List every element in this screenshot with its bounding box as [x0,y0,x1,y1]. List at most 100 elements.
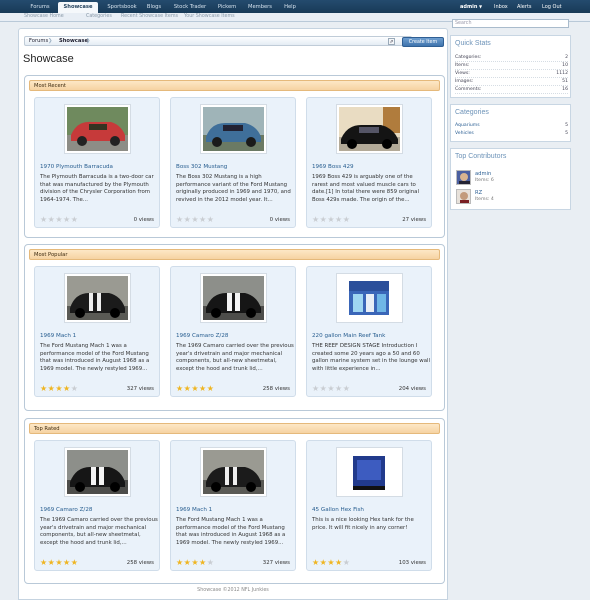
rating-stars[interactable]: ★ ★ ★ ★ ★ [312,559,350,567]
star-icon[interactable]: ★ [191,559,198,567]
tab-forums[interactable]: Forums [24,2,56,13]
star-icon[interactable]: ★ [176,385,183,393]
item-title[interactable]: Boss 302 Mustang [176,164,227,170]
star-icon[interactable]: ★ [199,216,206,224]
star-icon[interactable]: ★ [343,385,350,393]
star-icon[interactable]: ★ [327,385,334,393]
item-title[interactable]: 1969 Boss 429 [312,164,354,170]
showcase-item[interactable]: 1969 Mach 1 The Ford Mustang Mach 1 was … [170,440,296,571]
star-icon[interactable]: ★ [48,385,55,393]
item-thumbnail[interactable] [64,104,131,154]
item-title[interactable]: 1969 Mach 1 [176,507,212,513]
star-icon[interactable]: ★ [327,559,334,567]
star-icon[interactable]: ★ [176,559,183,567]
showcase-item[interactable]: Boss 302 Mustang The Boss 302 Mustang is… [170,97,296,228]
contributor-row[interactable]: admin Items: 6 [456,170,566,186]
star-icon[interactable]: ★ [71,385,78,393]
tab-sportsbook[interactable]: Sportsbook [100,2,144,13]
showcase-item[interactable]: 1969 Boss 429 1969 Boss 429 is arguably … [306,97,432,228]
star-icon[interactable]: ★ [335,216,342,224]
showcase-item[interactable]: 1969 Camaro Z/28 The 1969 Camaro carried… [170,266,296,397]
tab-blogs[interactable]: Blogs [143,2,165,13]
chevron-down-icon[interactable]: ▼ [479,2,482,12]
showcase-item[interactable]: 1969 Mach 1 The Ford Mustang Mach 1 was … [34,266,160,397]
star-icon[interactable]: ★ [55,216,62,224]
item-title[interactable]: 220 gallon Main Reef Tank [312,333,385,339]
user-menu[interactable]: admin [460,2,477,12]
contributor-name[interactable]: admin [475,171,491,177]
star-icon[interactable]: ★ [48,559,55,567]
star-icon[interactable]: ★ [207,385,214,393]
star-icon[interactable]: ★ [199,385,206,393]
category-aquariums[interactable]: Aquariums 5 [455,123,568,130]
star-icon[interactable]: ★ [191,385,198,393]
breadcrumb-home[interactable]: Forums [29,38,48,44]
item-thumbnail[interactable] [200,273,267,323]
item-thumbnail[interactable] [200,104,267,154]
tab-members[interactable]: Members [244,2,276,13]
star-icon[interactable]: ★ [320,559,327,567]
star-icon[interactable]: ★ [63,385,70,393]
star-icon[interactable]: ★ [207,559,214,567]
star-icon[interactable]: ★ [335,559,342,567]
star-icon[interactable]: ★ [312,385,319,393]
subnav-your-items[interactable]: Your Showcase Items [184,14,235,19]
star-icon[interactable]: ★ [40,216,47,224]
inbox-link[interactable]: Inbox [494,2,508,12]
item-thumbnail[interactable] [64,447,131,497]
tab-help[interactable]: Help [279,2,301,13]
tab-pickem[interactable]: Pickem [213,2,241,13]
rating-stars[interactable]: ★ ★ ★ ★ ★ [312,385,350,393]
star-icon[interactable]: ★ [184,216,191,224]
rating-stars[interactable]: ★ ★ ★ ★ ★ [312,216,350,224]
showcase-item[interactable]: 1969 Camaro Z/28 The 1969 Camaro carried… [34,440,160,571]
star-icon[interactable]: ★ [48,216,55,224]
item-title[interactable]: 1969 Camaro Z/28 [40,507,92,513]
star-icon[interactable]: ★ [343,216,350,224]
contributor-name[interactable]: RZ [475,190,482,196]
star-icon[interactable]: ★ [312,559,319,567]
contributor-row[interactable]: RZ Items: 4 [456,189,566,205]
search-input[interactable]: Search [452,19,569,28]
star-icon[interactable]: ★ [199,559,206,567]
item-thumbnail[interactable] [336,273,403,323]
star-icon[interactable]: ★ [40,559,47,567]
star-icon[interactable]: ★ [184,559,191,567]
rating-stars[interactable]: ★ ★ ★ ★ ★ [176,559,214,567]
item-thumbnail[interactable] [336,447,403,497]
rating-stars[interactable]: ★ ★ ★ ★ ★ [176,385,214,393]
subnav-showcase-home[interactable]: Showcase Home [24,14,64,19]
star-icon[interactable]: ★ [71,559,78,567]
star-icon[interactable]: ★ [312,216,319,224]
breadcrumb-current[interactable]: Showcase [59,38,88,44]
rating-stars[interactable]: ★ ★ ★ ★ ★ [40,216,78,224]
star-icon[interactable]: ★ [63,559,70,567]
tab-stock-trader[interactable]: Stock Trader [168,2,212,13]
avatar[interactable] [456,170,471,185]
showcase-item[interactable]: 1970 Plymouth Barracuda The Plymouth Bar… [34,97,160,228]
alerts-link[interactable]: Alerts [517,2,532,12]
item-title[interactable]: 45 Gallon Hex Fish [312,507,364,513]
logout-link[interactable]: Log Out [542,2,562,12]
subnav-recent-items[interactable]: Recent Showcase Items [121,14,178,19]
rating-stars[interactable]: ★ ★ ★ ★ ★ [176,216,214,224]
item-thumbnail[interactable] [336,104,403,154]
star-icon[interactable]: ★ [184,385,191,393]
showcase-item[interactable]: 45 Gallon Hex Fish This is a nice lookin… [306,440,432,571]
star-icon[interactable]: ★ [207,216,214,224]
avatar[interactable] [456,189,471,204]
star-icon[interactable]: ★ [55,559,62,567]
star-icon[interactable]: ★ [320,216,327,224]
star-icon[interactable]: ★ [40,385,47,393]
star-icon[interactable]: ★ [71,216,78,224]
star-icon[interactable]: ★ [63,216,70,224]
item-thumbnail[interactable] [200,447,267,497]
item-title[interactable]: 1969 Camaro Z/28 [176,333,228,339]
star-icon[interactable]: ★ [55,385,62,393]
star-icon[interactable]: ★ [191,216,198,224]
rating-stars[interactable]: ★ ★ ★ ★ ★ [40,385,78,393]
category-vehicles[interactable]: Vehicles 5 [455,131,568,138]
item-thumbnail[interactable] [64,273,131,323]
star-icon[interactable]: ★ [335,385,342,393]
star-icon[interactable]: ★ [327,216,334,224]
